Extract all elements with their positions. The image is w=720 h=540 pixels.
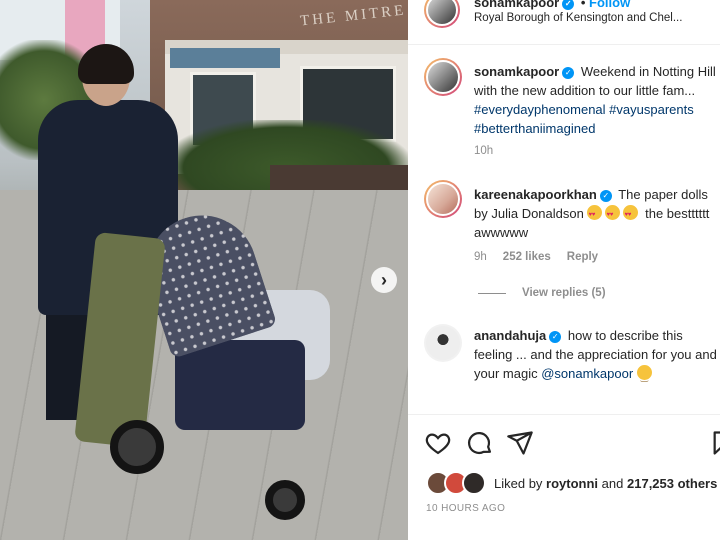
likes-summary: Liked by roytonni and 217,253 others (426, 471, 717, 495)
comment: anandahuja ✓ how to describe this feeling… (474, 326, 720, 387)
view-replies-button[interactable]: View replies (5) (478, 287, 606, 299)
likes-prefix: Liked by (494, 475, 543, 491)
verified-icon: ✓ (562, 0, 575, 10)
likes-text: Liked by roytonni and 217,253 others (494, 476, 717, 491)
heart-eyes-emoji-icon (587, 205, 603, 225)
view-replies-label: View replies (5) (522, 287, 606, 299)
verified-icon: ✓ (599, 190, 612, 202)
divider (478, 292, 506, 294)
avatar[interactable] (424, 0, 460, 28)
hashtag-link[interactable]: #betterthaniimagined (474, 121, 595, 136)
post-header: sonamkapoor ✓ • Follow Royal Borough of K… (408, 0, 720, 45)
avatar[interactable] (424, 180, 462, 218)
post-sidebar: sonamkapoor ✓ • Follow Royal Borough of K… (408, 0, 720, 540)
action-bar (408, 414, 720, 471)
likes-count-link[interactable]: 217,253 others (627, 476, 717, 491)
verified-icon: ✓ (549, 331, 562, 343)
caption: sonamkapoor ✓ Weekend in Notting Hill wit… (474, 62, 720, 138)
avatar[interactable] (424, 324, 462, 362)
username-link[interactable]: anandahuja (474, 328, 546, 343)
bookmark-icon[interactable] (710, 429, 720, 457)
hugging-emoji-icon (636, 365, 652, 387)
header-username-line: sonamkapoor ✓ • Follow (474, 0, 630, 10)
share-icon[interactable] (506, 429, 534, 457)
stroller-wheel (265, 480, 305, 520)
comment: kareenakapoorkhan ✓ The paper dolls by Ju… (474, 185, 720, 242)
comment-icon[interactable] (466, 429, 494, 457)
username-link[interactable]: sonamkapoor (474, 0, 559, 10)
hashtag-link[interactable]: #everydayphenomenal (474, 102, 606, 117)
likes-joiner: and (601, 475, 624, 491)
liker-username-link[interactable]: roytonni (546, 476, 598, 491)
location-link[interactable]: Royal Borough of Kensington and Chel... (474, 12, 704, 24)
heart-icon[interactable] (424, 429, 452, 457)
stroller-wheel (110, 420, 164, 474)
comment-likes[interactable]: 252 likes (503, 251, 551, 263)
post-photo[interactable]: THE MITRE › (0, 0, 408, 540)
comment-meta: 9h 252 likes Reply (474, 251, 598, 263)
avatar[interactable] (424, 58, 462, 96)
awning (170, 48, 280, 68)
follow-button[interactable]: Follow (589, 0, 630, 10)
username-link[interactable]: kareenakapoorkhan (474, 187, 597, 202)
comment-time: 9h (474, 251, 487, 263)
next-arrow-icon[interactable]: › (371, 267, 397, 293)
post-timestamp: 10 HOURS AGO (426, 503, 506, 514)
caption-time: 10h (474, 145, 494, 157)
hashtag-link[interactable]: #vayusparents (609, 102, 694, 117)
heart-eyes-emoji-icon (605, 205, 621, 225)
verified-icon: ✓ (562, 67, 575, 79)
reply-button[interactable]: Reply (567, 251, 598, 263)
stroller-body (175, 340, 305, 430)
username-link[interactable]: sonamkapoor (474, 64, 559, 79)
mention-link[interactable]: @sonamkapoor (541, 366, 633, 381)
liker-avatar[interactable] (462, 471, 486, 495)
heart-eyes-emoji-icon (623, 205, 639, 225)
